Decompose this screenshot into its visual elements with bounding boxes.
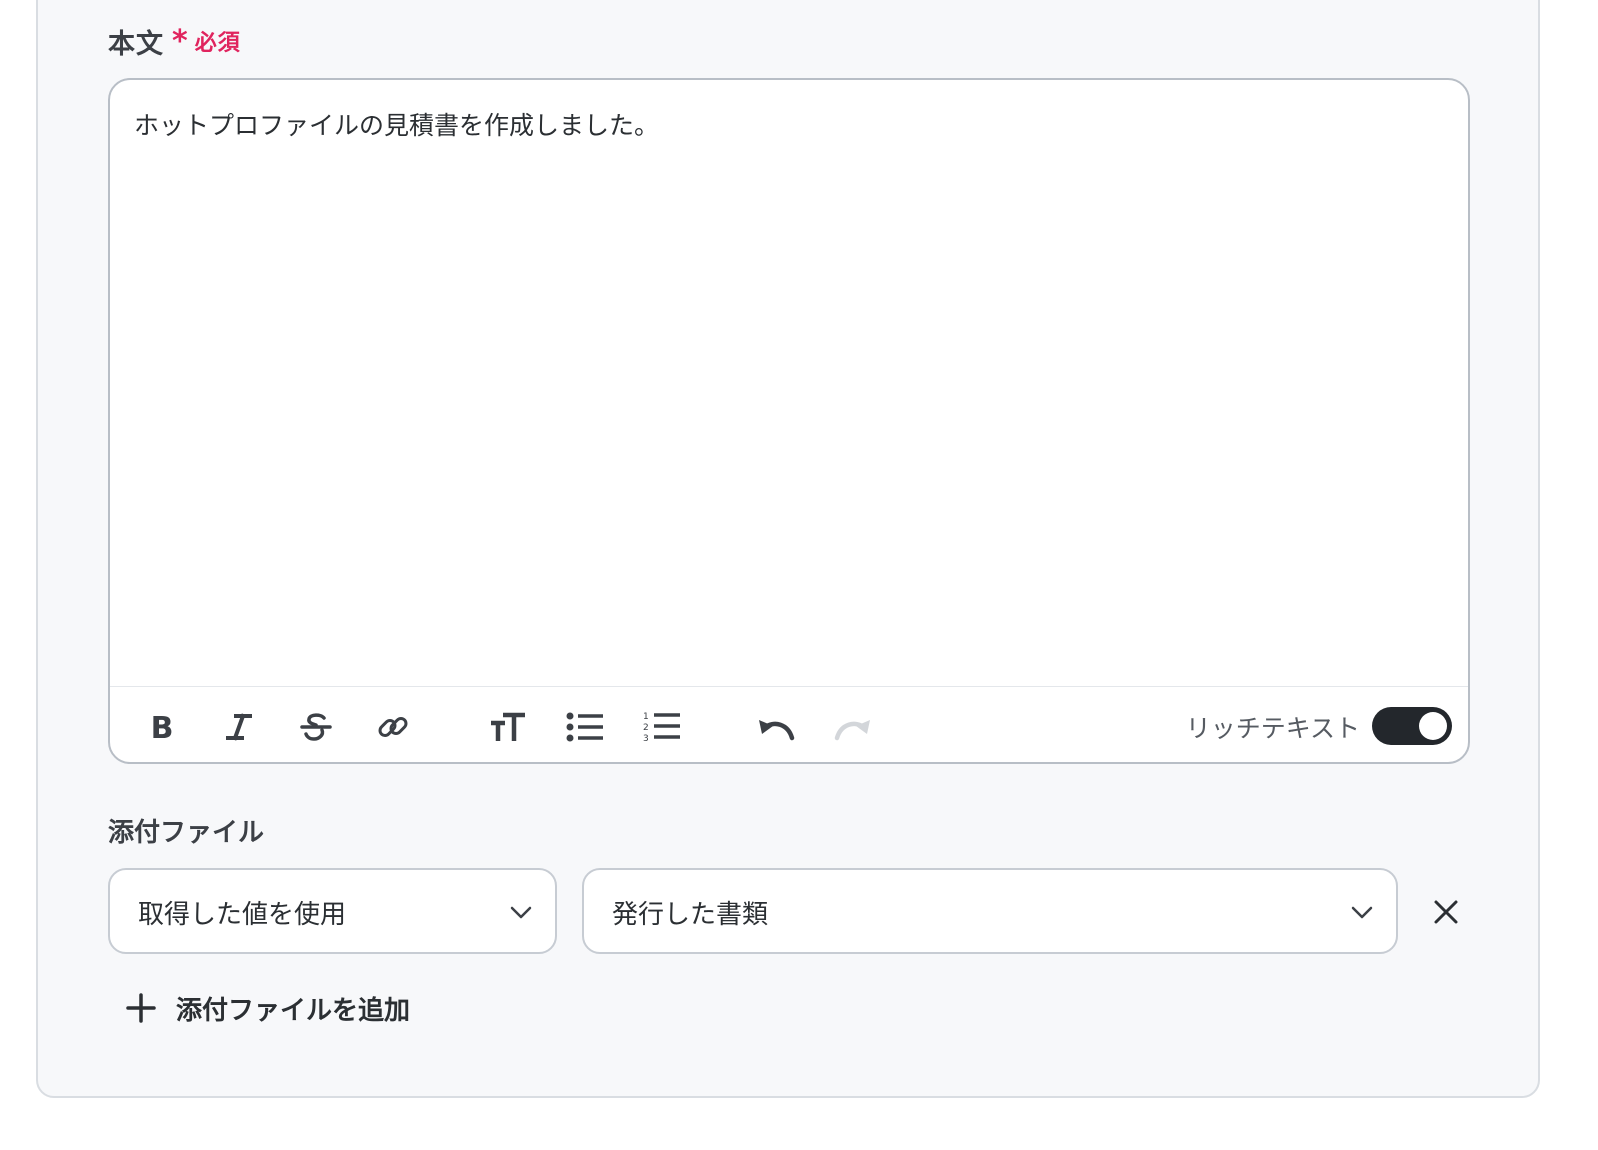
attachment-source-select[interactable]: 取得した値を使用 <box>108 868 557 954</box>
rich-text-toggle[interactable] <box>1372 707 1452 745</box>
text-size-button[interactable] <box>486 705 530 749</box>
remove-attachment-button[interactable] <box>1424 890 1468 934</box>
attachment-source-value: 取得した値を使用 <box>138 900 347 930</box>
chevron-down-icon <box>1351 906 1373 919</box>
add-attachment-button[interactable]: 添付ファイルを追加 <box>126 984 410 1032</box>
editor-toolbar: B 1 2 3 リッチテキスト <box>110 686 1468 762</box>
bullet-list-icon <box>566 712 603 742</box>
rich-text-label: リッチテキスト <box>1185 714 1360 743</box>
svg-text:2: 2 <box>643 723 649 733</box>
body-editor[interactable]: ホットプロファイルの見積書を作成しました。 B 1 2 3 リッチテキスト <box>108 78 1470 764</box>
italic-button[interactable] <box>217 705 261 749</box>
attachment-file-select[interactable]: 発行した書類 <box>582 868 1398 954</box>
svg-text:3: 3 <box>643 734 649 744</box>
numbered-list-icon: 1 2 3 <box>643 712 680 744</box>
numbered-list-button[interactable]: 1 2 3 <box>640 705 684 749</box>
undo-icon <box>759 720 795 741</box>
plus-icon <box>126 993 156 1023</box>
redo-button[interactable] <box>831 705 875 749</box>
undo-button[interactable] <box>754 705 798 749</box>
body-field-label: 本文 * 必須 <box>108 23 241 60</box>
chevron-down-icon <box>510 906 532 919</box>
bold-icon: B <box>151 712 174 742</box>
attachment-file-value: 発行した書類 <box>612 900 769 930</box>
bold-button[interactable]: B <box>140 705 184 749</box>
strikethrough-icon <box>300 713 332 741</box>
link-icon <box>378 717 408 737</box>
body-label-text: 本文 <box>108 28 164 60</box>
svg-text:B: B <box>151 712 174 742</box>
link-button[interactable] <box>371 705 415 749</box>
body-editor-content[interactable]: ホットプロファイルの見積書を作成しました。 <box>134 106 659 142</box>
svg-text:1: 1 <box>643 712 649 722</box>
toggle-knob <box>1419 712 1447 740</box>
bullet-list-button[interactable] <box>563 705 607 749</box>
required-text: 必須 <box>194 31 241 56</box>
redo-icon <box>834 720 870 741</box>
italic-icon <box>226 713 252 741</box>
attachments-label: 添付ファイル <box>108 818 265 848</box>
strikethrough-button[interactable] <box>294 705 338 749</box>
text-size-icon <box>491 712 525 741</box>
required-asterisk: * <box>172 23 189 59</box>
add-attachment-label: 添付ファイルを追加 <box>176 995 411 1026</box>
close-icon <box>1434 900 1458 924</box>
